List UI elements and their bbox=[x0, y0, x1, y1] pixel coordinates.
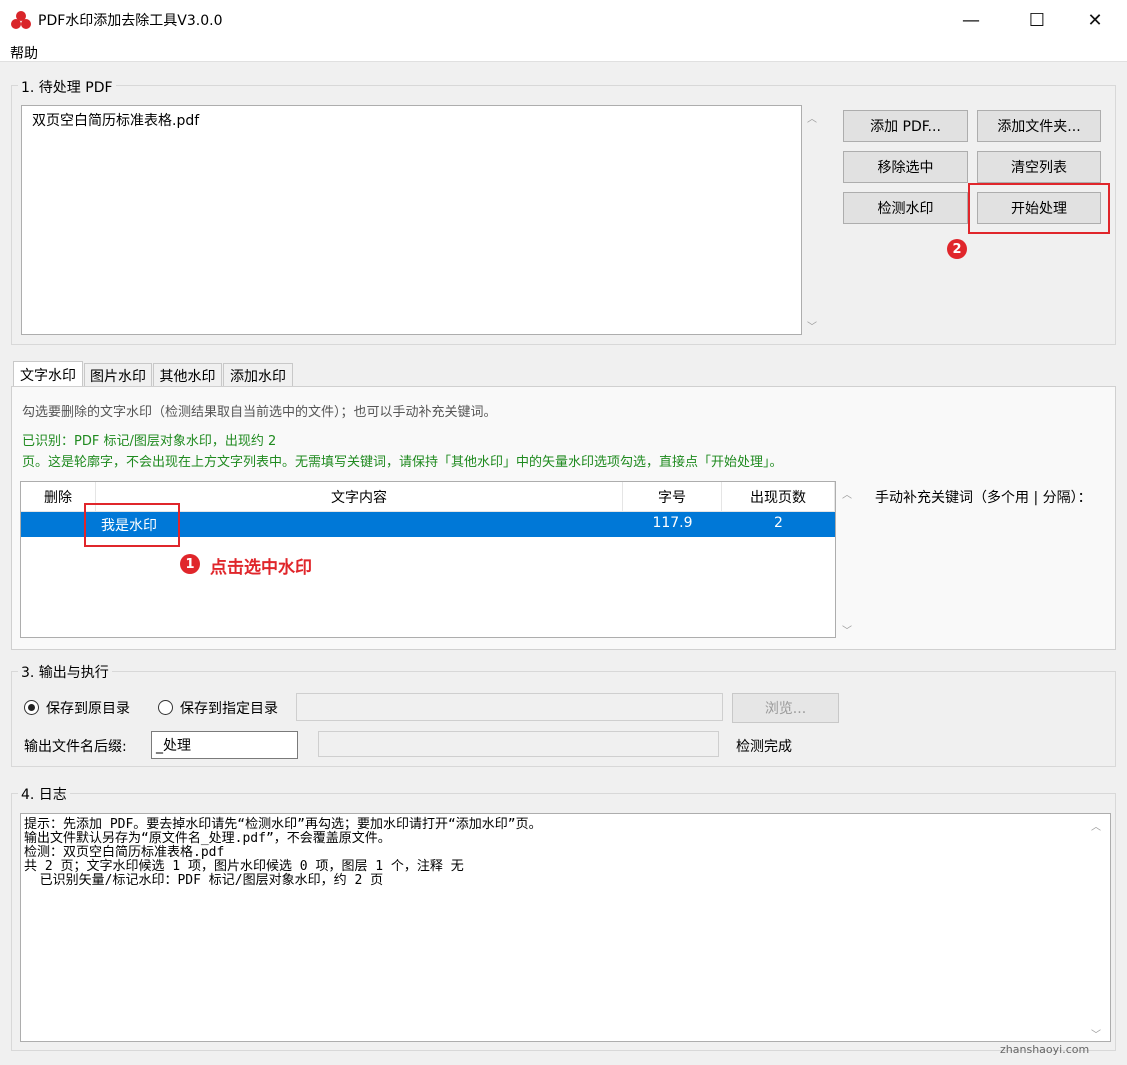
log-textarea[interactable]: 提示：先添加 PDF。要去掉水印请先“检测水印”再勾选；要加水印请打开“添加水印… bbox=[20, 813, 1111, 1042]
output-group-label: 3. 输出与执行 bbox=[18, 662, 112, 682]
log-line: 提示：先添加 PDF。要去掉水印请先“检测水印”再勾选；要加水印请打开“添加水印… bbox=[24, 817, 542, 832]
log-line: 共 2 页；文字水印候选 1 项，图片水印候选 0 项，图层 1 个，注释 无 bbox=[24, 859, 464, 874]
manual-keywords-label: 手动补充关键词（多个用 | 分隔）： bbox=[875, 490, 1092, 506]
menu-bar bbox=[0, 40, 1127, 62]
row-pages-cell: 2 bbox=[774, 515, 783, 531]
pdf-list-group-label: 1. 待处理 PDF bbox=[18, 77, 116, 97]
keywords-scroll-up-icon[interactable]: ︿ bbox=[842, 486, 852, 501]
step-1-badge: 1 bbox=[180, 554, 200, 574]
app-logo-icon bbox=[11, 11, 31, 29]
keywords-scroll-down-icon[interactable]: ﹀ bbox=[842, 622, 852, 637]
file-list-scroll-up-icon[interactable]: ︿ bbox=[807, 110, 817, 125]
menu-help[interactable]: 帮助 bbox=[10, 43, 38, 63]
step-2-badge: 2 bbox=[947, 239, 967, 259]
close-button[interactable]: ✕ bbox=[1062, 0, 1127, 40]
radio-selected-dot bbox=[28, 704, 35, 711]
add-pdf-button[interactable]: 添加 PDF... bbox=[843, 110, 968, 142]
start-process-highlight bbox=[968, 183, 1110, 234]
recognized-info-line2: 页。这是轮廓字，不会出现在上方文字列表中。无需填写关键词，请保持「其他水印」中的… bbox=[22, 455, 783, 470]
clear-list-button[interactable]: 清空列表 bbox=[977, 151, 1101, 183]
add-folder-button[interactable]: 添加文件夹... bbox=[977, 110, 1101, 142]
detect-watermark-button[interactable]: 检测水印 bbox=[843, 192, 968, 224]
save-original-label[interactable]: 保存到原目录 bbox=[46, 698, 130, 718]
status-text: 检测完成 bbox=[736, 739, 792, 755]
step-1-instruction: 点击选中水印 bbox=[210, 558, 312, 578]
progress-bar bbox=[318, 731, 719, 757]
watermark-row-highlight bbox=[84, 503, 180, 547]
tab-image-watermark[interactable]: 图片水印 bbox=[84, 363, 152, 387]
log-scroll-down-icon[interactable]: ﹀ bbox=[1091, 1026, 1101, 1041]
log-line: 已识别矢量/标记水印：PDF 标记/图层对象水印，约 2 页 bbox=[24, 873, 384, 888]
tab-text-watermark[interactable]: 文字水印 bbox=[13, 361, 83, 387]
save-original-radio[interactable] bbox=[24, 700, 39, 715]
column-header-size[interactable]: 字号 bbox=[623, 482, 722, 512]
site-watermark: zhanshaoyi.com bbox=[1000, 1043, 1090, 1056]
log-line: 检测：双页空白简历标准表格.pdf bbox=[24, 845, 225, 860]
minimize-button[interactable]: — bbox=[938, 0, 1004, 40]
suffix-input[interactable]: _处理 bbox=[151, 731, 298, 759]
file-list-scroll-down-icon[interactable]: ﹀ bbox=[807, 318, 817, 333]
file-list-item[interactable]: 双页空白简历标准表格.pdf bbox=[32, 110, 199, 130]
row-size-cell: 117.9 bbox=[652, 515, 693, 531]
browse-button[interactable]: 浏览... bbox=[732, 693, 839, 723]
save-custom-radio[interactable] bbox=[158, 700, 173, 715]
tab-add-watermark[interactable]: 添加水印 bbox=[223, 363, 293, 387]
recognized-info-line1: 已识别：PDF 标记/图层对象水印，出现约 2 bbox=[22, 434, 277, 449]
window-title: PDF水印添加去除工具V3.0.0 bbox=[38, 13, 223, 29]
maximize-button[interactable]: ☐ bbox=[1004, 0, 1070, 40]
text-watermark-hint: 勾选要删除的文字水印（检测结果取自当前选中的文件）；也可以手动补充关键词。 bbox=[22, 405, 497, 420]
log-group-label: 4. 日志 bbox=[18, 784, 70, 804]
log-scroll-up-icon[interactable]: ︿ bbox=[1091, 818, 1101, 833]
output-directory-field[interactable] bbox=[296, 693, 723, 721]
tab-other-watermark[interactable]: 其他水印 bbox=[153, 363, 222, 387]
log-line: 输出文件默认另存为“原文件名_处理.pdf”，不会覆盖原文件。 bbox=[24, 831, 391, 846]
remove-selected-button[interactable]: 移除选中 bbox=[843, 151, 968, 183]
column-header-pages[interactable]: 出现页数 bbox=[722, 482, 835, 512]
suffix-label: 输出文件名后缀: bbox=[24, 739, 127, 755]
pdf-file-list[interactable]: 双页空白简历标准表格.pdf bbox=[21, 105, 802, 335]
save-custom-label[interactable]: 保存到指定目录 bbox=[180, 698, 278, 718]
